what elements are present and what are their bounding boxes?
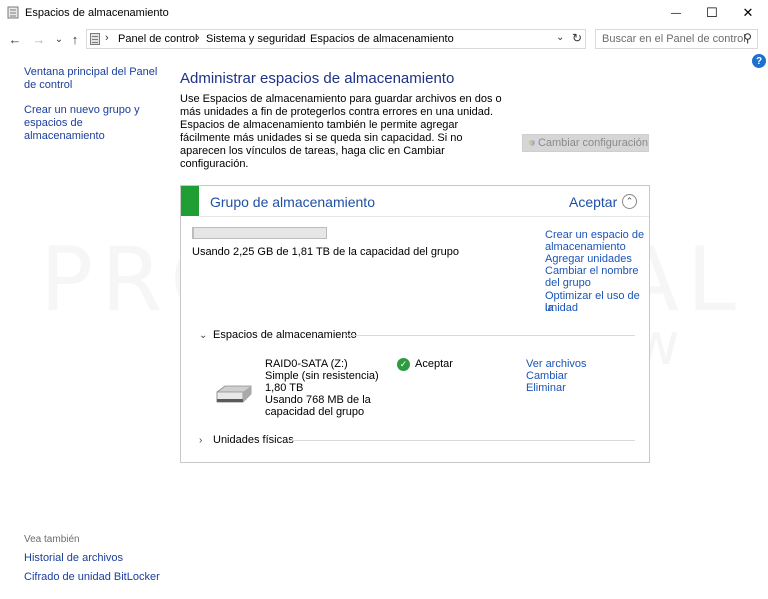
change-settings-label: Cambiar configuración — [537, 137, 648, 149]
address-bar[interactable]: › Panel de control › Sistema y seguridad… — [86, 29, 586, 49]
breadcrumb-control-panel[interactable]: Panel de control — [118, 33, 198, 45]
space-usage-line-1: Usando 768 MB de la — [265, 394, 371, 406]
space-name: RAID0-SATA (Z:) — [265, 358, 348, 370]
space-type: Simple (sin resistencia) — [265, 370, 379, 382]
pool-link-rename-cont[interactable]: del grupo — [545, 277, 591, 289]
sidebar-link-create-pool[interactable]: Crear un nuevo grupo y espacios de almac… — [24, 104, 156, 143]
pool-link-add-drives[interactable]: Agregar unidades — [545, 253, 632, 265]
collapse-pool-button[interactable]: ⌃ — [622, 194, 637, 209]
section-storage-spaces-label: Espacios de almacenamiento — [213, 329, 357, 341]
sidebar-link-bitlocker[interactable]: Cifrado de unidad BitLocker — [24, 571, 160, 584]
forward-arrow-icon: → — [32, 31, 46, 47]
section-divider — [289, 440, 635, 441]
pool-link-optimize-cont[interactable]: unidad — [545, 302, 578, 314]
maximize-button[interactable]: ☐ — [694, 0, 730, 26]
pool-link-create-space-cont[interactable]: almacenamiento — [545, 241, 626, 253]
space-usage-line-2: capacidad del grupo — [265, 406, 365, 418]
section-physical-drives[interactable]: › Unidades físicas — [199, 434, 294, 446]
pool-status: Aceptar — [569, 194, 618, 210]
search-placeholder: Buscar en el Panel de control — [602, 33, 746, 45]
space-link-view-files[interactable]: Ver archivos — [526, 358, 587, 370]
search-input[interactable]: Buscar en el Panel de control ⚲ — [595, 29, 758, 49]
title-bar: Espacios de almacenamiento — ☐ ✕ — [0, 0, 768, 26]
window-title: Espacios de almacenamiento — [25, 7, 169, 19]
storage-spaces-app-icon — [7, 6, 19, 19]
pool-link-rename[interactable]: Cambiar el nombre — [545, 265, 639, 277]
pool-name: Grupo de almacenamiento — [210, 194, 375, 210]
drive-icon — [216, 385, 252, 403]
chevron-right-icon: › — [199, 434, 203, 446]
section-storage-spaces[interactable]: ⌄ Espacios de almacenamiento — [199, 329, 357, 341]
breadcrumb-separator-icon: › — [299, 32, 303, 44]
minimize-button[interactable]: — — [658, 0, 694, 26]
maximize-icon: ☐ — [706, 5, 718, 20]
section-divider — [346, 335, 635, 336]
breadcrumb-separator-icon: › — [105, 32, 109, 44]
back-arrow-icon: ← — [8, 31, 22, 47]
space-link-delete[interactable]: Eliminar — [526, 382, 566, 394]
sidebar-link-file-history[interactable]: Historial de archivos — [24, 552, 123, 565]
see-also-heading: Vea también — [24, 534, 80, 545]
page-description: Use Espacios de almacenamiento para guar… — [180, 93, 502, 170]
help-icon[interactable]: ? — [752, 54, 766, 68]
back-button[interactable]: ← — [6, 30, 24, 48]
close-icon: ✕ — [742, 5, 754, 20]
chevron-down-icon: ⌄ — [199, 329, 208, 341]
search-icon[interactable]: ⚲ — [743, 31, 752, 45]
chevron-down-icon: ⌄ — [54, 33, 64, 45]
sidebar-link-control-panel-home[interactable]: Ventana principal del Panel de control — [24, 66, 162, 92]
section-physical-drives-label: Unidades físicas — [213, 434, 294, 446]
status-ok-icon: ✓ — [397, 358, 410, 371]
navigation-bar: ← → ⌄ ↑ › Panel de control › Sistema y s… — [0, 26, 768, 52]
page-title: Administrar espacios de almacenamiento — [180, 70, 455, 87]
pool-usage-bar — [192, 227, 327, 239]
breadcrumb-storage-spaces[interactable]: Espacios de almacenamiento — [310, 33, 454, 45]
pool-header-divider — [199, 216, 649, 217]
pool-link-create-space[interactable]: Crear un espacio de — [545, 229, 644, 241]
address-dropdown-icon[interactable]: ⌄ — [556, 32, 564, 43]
refresh-icon[interactable]: ↻ — [572, 31, 582, 45]
breadcrumb-separator-icon: › — [196, 32, 200, 44]
space-status: Aceptar — [415, 358, 453, 370]
up-button[interactable]: ↑ — [66, 30, 84, 48]
space-link-change[interactable]: Cambiar — [526, 370, 568, 382]
up-arrow-icon: ↑ — [71, 31, 79, 47]
breadcrumb-system-security[interactable]: Sistema y seguridad — [206, 33, 306, 45]
control-panel-icon — [90, 33, 100, 45]
pool-usage-text: Usando 2,25 GB de 1,81 TB de la capacida… — [192, 246, 460, 258]
change-settings-button[interactable]: Cambiar configuración — [522, 134, 649, 152]
chevron-up-icon: ⌃ — [625, 196, 634, 206]
forward-button[interactable]: → — [30, 30, 48, 48]
storage-pool-panel: Grupo de almacenamiento Aceptar ⌃ Usando… — [180, 185, 650, 463]
close-button[interactable]: ✕ — [730, 0, 766, 26]
uac-shield-icon — [529, 140, 535, 146]
space-size: 1,80 TB — [265, 382, 304, 394]
minimize-icon: — — [671, 7, 681, 19]
pool-status-stripe — [181, 186, 199, 216]
